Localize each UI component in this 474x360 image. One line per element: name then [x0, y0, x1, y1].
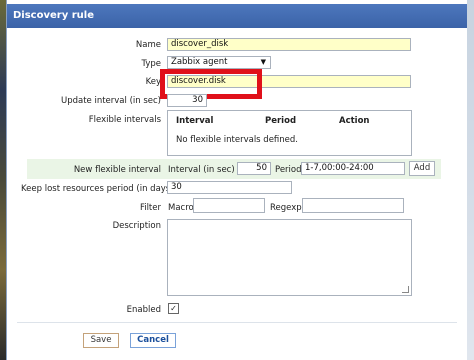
type-select-value: Zabbix agent — [171, 57, 228, 67]
update-interval-input[interactable]: 30 — [167, 94, 207, 107]
keep-lost-label: Keep lost resources period (in days) — [21, 184, 174, 194]
update-interval-label: Update interval (in sec) — [60, 96, 161, 106]
key-label: Key — [145, 77, 161, 87]
flex-empty-text: No flexible intervals defined. — [176, 135, 299, 145]
macro-label: Macro — [168, 203, 194, 213]
chevron-down-icon: ▼ — [260, 58, 266, 66]
new-flex-interval-input[interactable]: 50 — [237, 162, 271, 175]
macro-input[interactable] — [193, 198, 265, 213]
col-period: Period — [265, 116, 297, 126]
name-label: Name — [135, 40, 161, 50]
discovery-rule-window: Discovery rule Name discover_disk Type Z… — [6, 0, 467, 360]
add-button[interactable]: Add — [409, 161, 435, 176]
new-flex-period-label: Period — [275, 165, 302, 175]
enabled-checkbox[interactable]: ✓ — [168, 303, 179, 314]
type-label: Type — [141, 59, 161, 69]
keep-lost-input[interactable]: 30 — [167, 181, 292, 194]
col-action: Action — [339, 116, 370, 126]
window-title: Discovery rule — [7, 4, 467, 28]
col-interval: Interval — [176, 116, 214, 126]
new-flexible-interval-label: New flexible interval — [73, 165, 161, 175]
description-label: Description — [112, 221, 161, 231]
regexp-label: Regexp — [270, 203, 302, 213]
name-input[interactable]: discover_disk — [167, 38, 411, 51]
cancel-button[interactable]: Cancel — [130, 333, 176, 348]
type-select[interactable]: Zabbix agent ▼ — [167, 56, 271, 69]
save-button[interactable]: Save — [83, 333, 119, 348]
new-flex-interval-label: Interval (in sec) — [168, 165, 235, 175]
enabled-label: Enabled — [126, 305, 161, 315]
resize-handle-icon[interactable] — [402, 286, 409, 293]
new-flex-period-input[interactable]: 1-7,00:00-24:00 — [301, 162, 405, 175]
description-textarea[interactable] — [167, 219, 412, 296]
flexible-intervals-table: Interval Period Action No flexible inter… — [167, 110, 412, 156]
footer-divider — [17, 322, 457, 323]
filter-label: Filter — [139, 203, 161, 213]
flexible-intervals-label: Flexible intervals — [88, 115, 161, 125]
regexp-input[interactable] — [302, 198, 404, 213]
